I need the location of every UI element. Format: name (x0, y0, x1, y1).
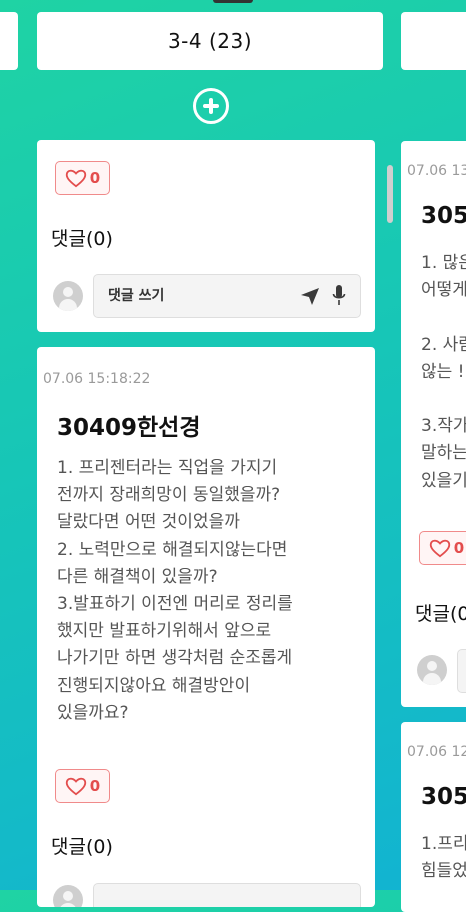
post-card[interactable]: 07.06 15:18:22 30409한선경 1. 프리젠터라는 직업을 가지… (37, 347, 375, 907)
heart-icon (429, 539, 450, 558)
post-card-previous: 0 댓글(0) 댓글 쓰기 (37, 140, 375, 332)
comments-label: 댓글(0 (415, 603, 466, 625)
like-button[interactable]: 0 (55, 769, 110, 803)
microphone-icon[interactable] (332, 284, 346, 308)
post-card-right[interactable]: 07.06 13: 3050 1. 많은 어떻게 2. 사람 않는 ! 3.작가… (401, 141, 466, 707)
comments-label: 댓글(0) (51, 228, 113, 250)
like-button[interactable]: 0 (55, 161, 110, 195)
avatar (417, 655, 447, 685)
like-count: 0 (453, 539, 465, 557)
post-body: 1. 프리젠터라는 직업을 가지기 전까지 장래희망이 동일했을까? 달랐다면 … (57, 458, 293, 723)
post-author: 30409한선경 (57, 415, 201, 441)
post-body: 1. 많은 어떻게 2. 사람 않는 ! 3.작가 말하는 있을기 (421, 253, 466, 491)
comment-placeholder: 댓글 쓰기 (108, 288, 165, 304)
heart-icon (65, 169, 86, 188)
post-author: 3050 (421, 203, 466, 229)
like-count: 0 (89, 777, 101, 795)
column-title: 3-4 (23) (167, 29, 253, 53)
heart-icon (65, 777, 86, 796)
avatar (53, 885, 83, 907)
post-card-right[interactable]: 07.06 12: 3052 1.프리 힘들었 (401, 722, 466, 912)
like-button[interactable]: 0 (419, 531, 466, 565)
avatar (53, 281, 83, 311)
comment-input[interactable] (93, 883, 361, 907)
comment-input[interactable] (457, 649, 466, 693)
comment-input[interactable]: 댓글 쓰기 (93, 274, 361, 318)
like-count: 0 (89, 169, 101, 187)
comments-label: 댓글(0) (51, 836, 113, 858)
top-tab-indicator (213, 0, 253, 3)
post-author: 3052 (421, 784, 466, 810)
right-column-header[interactable] (401, 12, 466, 70)
post-timestamp: 07.06 13: (407, 163, 466, 179)
left-column-header[interactable] (0, 12, 18, 70)
add-post-button[interactable] (193, 88, 229, 124)
post-body: 1.프리 힘들었 (421, 834, 466, 882)
post-timestamp: 07.06 12: (407, 744, 466, 760)
post-timestamp: 07.06 15:18:22 (43, 371, 151, 387)
center-column-header[interactable]: 3-4 (23) (37, 12, 383, 70)
send-icon[interactable] (299, 286, 321, 306)
scrollbar[interactable] (387, 165, 393, 223)
